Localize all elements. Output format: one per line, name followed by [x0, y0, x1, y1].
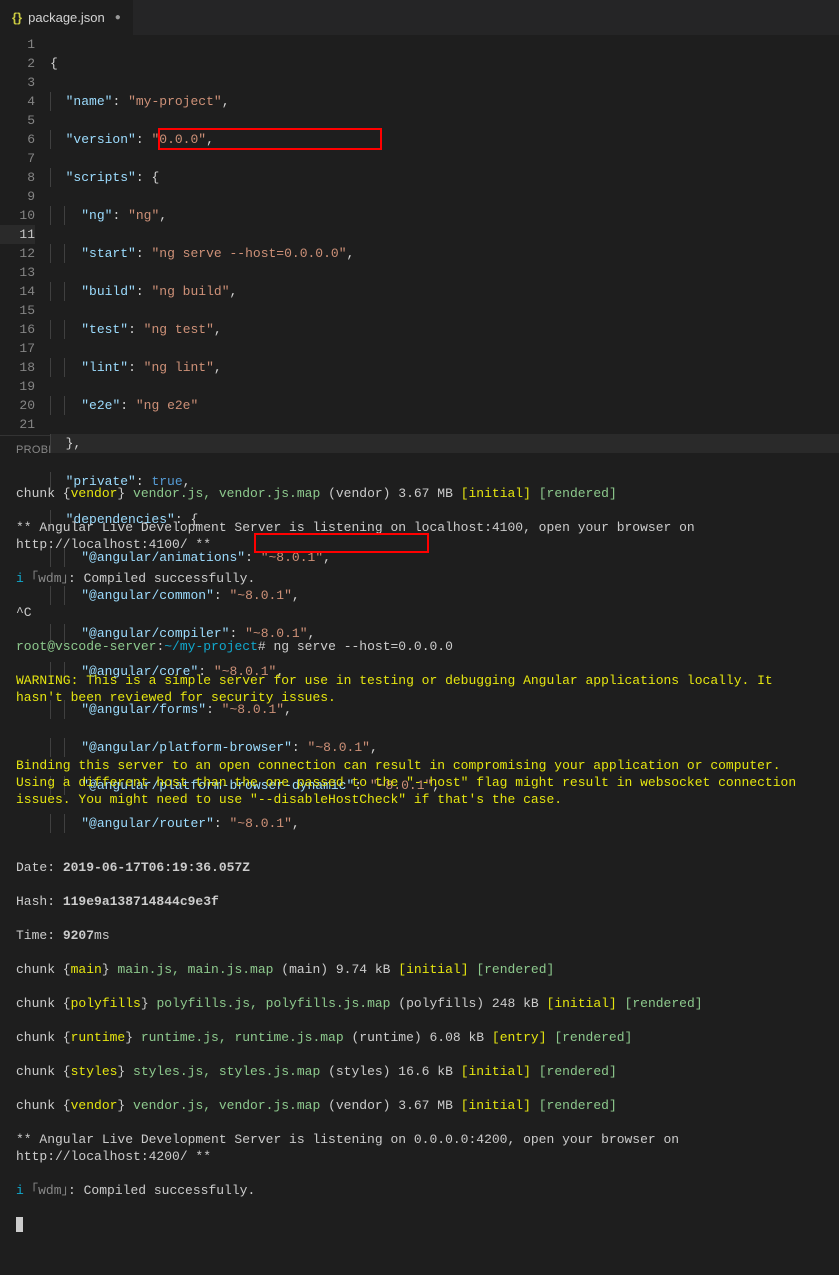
json-file-icon: {} — [12, 10, 22, 25]
line-number: 3 — [0, 73, 35, 92]
line-number: 13 — [0, 263, 35, 282]
line-number: 4 — [0, 92, 35, 111]
line-number: 1 — [0, 35, 35, 54]
line-number: 8 — [0, 168, 35, 187]
terminal-line: chunk {polyfills} polyfills.js, polyfill… — [16, 995, 823, 1012]
terminal-line: chunk {main} main.js, main.js.map (main)… — [16, 961, 823, 978]
line-number: 9 — [0, 187, 35, 206]
line-number: 14 — [0, 282, 35, 301]
line-number: 20 — [0, 396, 35, 415]
terminal-line: chunk {styles} styles.js, styles.js.map … — [16, 1063, 823, 1080]
code-line: "lint": "ng lint", — [50, 358, 839, 377]
terminal-line — [16, 723, 823, 740]
code-line: "e2e": "ng e2e" — [50, 396, 839, 415]
code-line: "scripts": { — [50, 168, 839, 187]
line-number: 16 — [0, 320, 35, 339]
line-number: 12 — [0, 244, 35, 263]
terminal-line: root@vscode-server:~/my-project# ng serv… — [16, 638, 823, 655]
tab-filename: package.json — [28, 10, 105, 25]
terminal-line: ** Angular Live Development Server is li… — [16, 1131, 823, 1165]
terminal-line: WARNING: This is a simple server for use… — [16, 672, 823, 706]
line-number: 2 — [0, 54, 35, 73]
line-number: 21 — [0, 415, 35, 434]
line-number: 18 — [0, 358, 35, 377]
line-number: 19 — [0, 377, 35, 396]
code-line: }, — [50, 434, 839, 453]
terminal-line — [16, 825, 823, 842]
line-number: 10 — [0, 206, 35, 225]
code-line: "ng": "ng", — [50, 206, 839, 225]
code-content[interactable]: { "name": "my-project", "version": "0.0.… — [50, 35, 839, 435]
code-line: "version": "0.0.0", — [50, 130, 839, 149]
terminal-line: Time: 9207ms — [16, 927, 823, 944]
terminal-line: Hash: 119e9a138714844c9e3f — [16, 893, 823, 910]
line-number: 6 — [0, 130, 35, 149]
code-line: "name": "my-project", — [50, 92, 839, 111]
line-number: 15 — [0, 301, 35, 320]
line-number-gutter: 1 2 3 4 5 6 7 8 9 10 11 12 13 14 15 16 1… — [0, 35, 50, 435]
line-number: 11 — [0, 225, 35, 244]
code-line: "start": "ng serve --host=0.0.0.0", — [50, 244, 839, 263]
tab-bar: {} package.json ● — [0, 0, 839, 35]
code-editor[interactable]: 1 2 3 4 5 6 7 8 9 10 11 12 13 14 15 16 1… — [0, 35, 839, 435]
line-number: 5 — [0, 111, 35, 130]
dirty-indicator-icon: ● — [115, 12, 121, 23]
code-line: "test": "ng test", — [50, 320, 839, 339]
terminal-line: chunk {vendor} vendor.js, vendor.js.map … — [16, 1097, 823, 1114]
editor-tab-packagejson[interactable]: {} package.json ● — [0, 0, 133, 35]
terminal-line: chunk {vendor} vendor.js, vendor.js.map … — [16, 485, 823, 502]
terminal-line: i ｢wdm｣: Compiled successfully. — [16, 570, 823, 587]
code-line: "build": "ng build", — [50, 282, 839, 301]
terminal-line: chunk {runtime} runtime.js, runtime.js.m… — [16, 1029, 823, 1046]
terminal-line: ^C — [16, 604, 823, 621]
terminal-cursor-line — [16, 1216, 823, 1233]
terminal-line: Binding this server to an open connectio… — [16, 757, 823, 808]
line-number: 17 — [0, 339, 35, 358]
terminal-output[interactable]: chunk {vendor} vendor.js, vendor.js.map … — [0, 460, 839, 1275]
code-line: { — [50, 54, 839, 73]
terminal-line: Date: 2019-06-17T06:19:36.057Z — [16, 859, 823, 876]
terminal-line: i ｢wdm｣: Compiled successfully. — [16, 1182, 823, 1199]
line-number: 7 — [0, 149, 35, 168]
terminal-line: ** Angular Live Development Server is li… — [16, 519, 823, 553]
terminal-cursor-icon — [16, 1217, 23, 1232]
